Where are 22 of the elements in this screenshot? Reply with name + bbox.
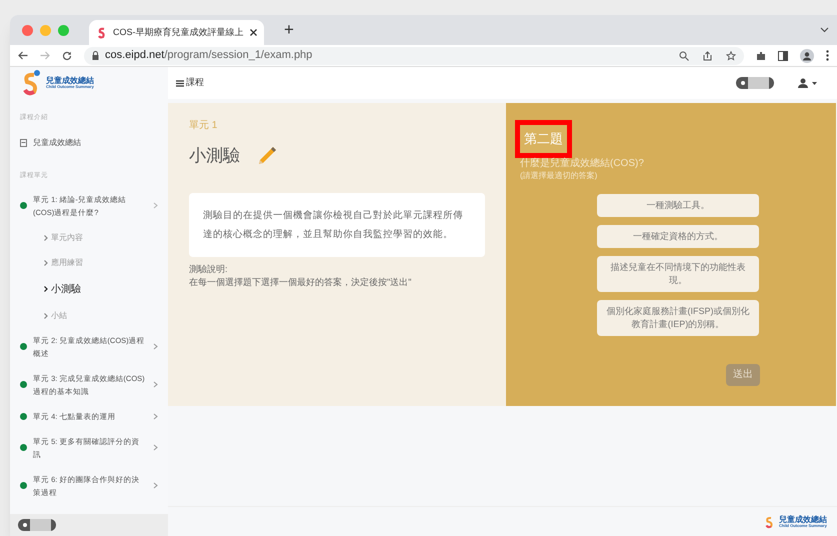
instructions-text: 在每一個選擇題下選擇一個最好的答案，決定後按"送出" (189, 276, 412, 288)
quiz-title: 小測驗 (189, 145, 240, 167)
instructions-label: 測驗說明: (189, 262, 229, 276)
question-text: 什麼是兒童成效總結(COS)? (520, 158, 645, 170)
address-bar[interactable]: cos.eipd.net/program/session_1/exam.php (84, 46, 744, 64)
answer-option[interactable]: 一種測驗工具。 (597, 194, 759, 216)
sidebar-link[interactable]: 兒童成效總結 (33, 136, 81, 149)
browser-tab[interactable]: COS-早期療育兒童成效評量線上 (89, 20, 264, 45)
logo-title: 兒童成效總結 (779, 516, 827, 524)
question-number: 第二題 (520, 125, 567, 152)
answer-option[interactable]: 一種確定資格的方式。 (597, 224, 759, 248)
answer-option[interactable]: 個別化家庭服務計畫(IFSP)或個別化教育計畫(IEP)的別稱。 (597, 300, 759, 336)
lesson-link[interactable]: 小測驗 (10, 282, 168, 296)
new-tab-button[interactable]: + (284, 17, 294, 43)
unit-label: 單元 1 (189, 119, 218, 133)
answer-option[interactable]: 描述兒童在不同情境下的功能性表現。 (597, 256, 759, 292)
description-text: 測驗目的在提供一個機會讓你檢視自己對於此單元課程所傳達的核心概念的理解，並且幫助你自我監控學習的效能。 (203, 208, 464, 242)
question-hint: (請選擇最適切的答案) (520, 170, 598, 182)
url-text: cos.eipd.net/program/session_1/exam.php (105, 48, 312, 64)
logo-title: 兒童成效總結 (46, 77, 94, 85)
menu-label[interactable]: 課程 (186, 76, 204, 90)
tab-title: COS-早期療育兒童成效評量線上 (113, 26, 244, 39)
